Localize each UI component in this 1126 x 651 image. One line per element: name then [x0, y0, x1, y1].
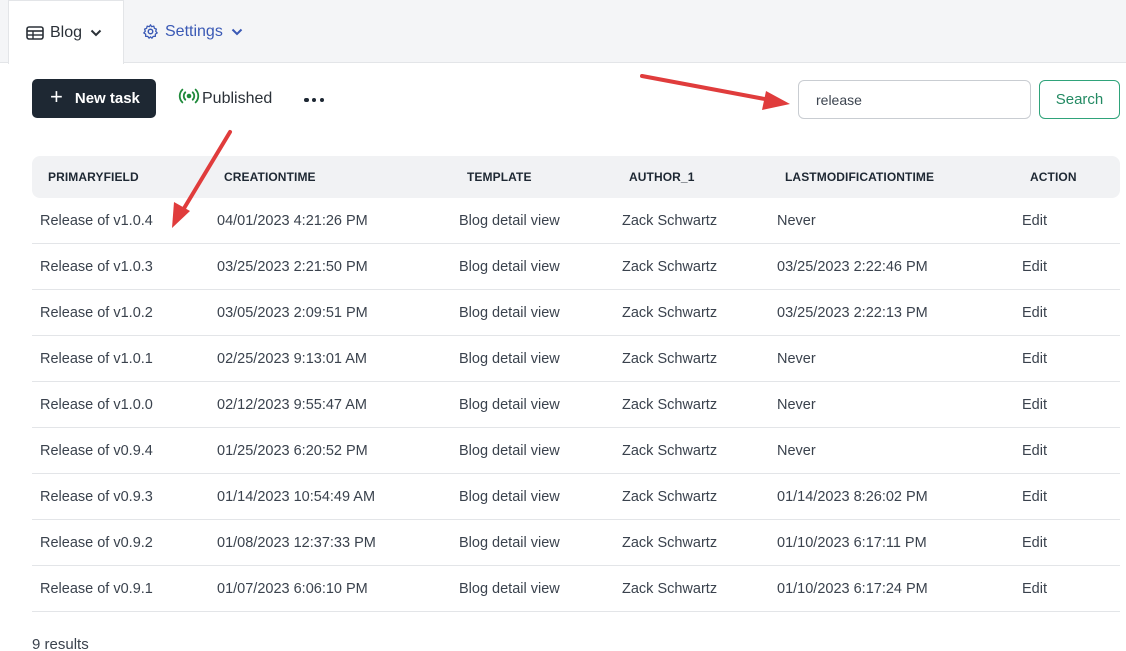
table-row[interactable]: Release of v0.9.3 01/14/2023 10:54:49 AM B…	[32, 474, 1120, 520]
column-header-creationtime[interactable]: CREATIONTIME	[224, 156, 316, 198]
cell-author: Zack Schwartz	[622, 259, 718, 275]
edit-link[interactable]: Edit	[1022, 566, 1047, 612]
tab-blog[interactable]: Blog	[8, 0, 124, 64]
search-input[interactable]	[798, 80, 1031, 119]
column-header-template[interactable]: TEMPLATE	[467, 156, 532, 198]
cell-primaryfield: Release of v0.9.4	[40, 443, 153, 459]
chevron-down-icon	[90, 29, 102, 37]
cell-creationtime: 03/05/2023 2:09:51 PM	[217, 305, 368, 321]
new-task-button[interactable]: + New task	[32, 79, 156, 118]
cell-lastmodificationtime: Never	[777, 397, 816, 413]
cell-primaryfield: Release of v1.0.1	[40, 351, 153, 367]
table-row[interactable]: Release of v1.0.3 03/25/2023 2:21:50 PM Bl…	[32, 244, 1120, 290]
table-row[interactable]: Release of v1.0.1 02/25/2023 9:13:01 AM Bl…	[32, 336, 1120, 382]
cell-primaryfield: Release of v0.9.3	[40, 489, 153, 505]
table-icon	[26, 25, 44, 40]
cell-template: Blog detail view	[459, 535, 560, 551]
cell-template: Blog detail view	[459, 259, 560, 275]
arrow-to-search-icon	[640, 74, 790, 110]
chevron-down-icon	[231, 28, 243, 36]
cell-author: Zack Schwartz	[622, 443, 718, 459]
cell-author: Zack Schwartz	[622, 397, 718, 413]
gear-icon	[142, 23, 159, 40]
cell-lastmodificationtime: Never	[777, 351, 816, 367]
column-header-lastmodificationtime[interactable]: LASTMODIFICATIONTIME	[785, 156, 934, 198]
cell-primaryfield: Release of v0.9.1	[40, 581, 153, 597]
edit-link[interactable]: Edit	[1022, 382, 1047, 428]
tab-blog-label: Blog	[50, 23, 83, 41]
table-row[interactable]: Release of v1.0.2 03/05/2023 2:09:51 PM Bl…	[32, 290, 1120, 336]
cell-template: Blog detail view	[459, 397, 560, 413]
column-header-action: ACTION	[1030, 170, 1077, 184]
cell-lastmodificationtime: 01/10/2023 6:17:24 PM	[777, 581, 928, 597]
more-options-icon[interactable]	[302, 90, 326, 110]
cell-template: Blog detail view	[459, 581, 560, 597]
cell-author: Zack Schwartz	[622, 213, 718, 229]
top-tab-bar: Blog Settings	[0, 0, 1126, 64]
cell-creationtime: 01/14/2023 10:54:49 AM	[217, 489, 376, 505]
table-row[interactable]: Release of v0.9.4 01/25/2023 6:20:52 PM Bl…	[32, 428, 1120, 474]
cell-template: Blog detail view	[459, 351, 560, 367]
search-button[interactable]: Search	[1039, 80, 1120, 119]
cell-template: Blog detail view	[459, 305, 560, 321]
table-row[interactable]: Release of v0.9.1 01/07/2023 6:06:10 PM Bl…	[32, 566, 1120, 612]
edit-link[interactable]: Edit	[1022, 336, 1047, 382]
cell-lastmodificationtime: 03/25/2023 2:22:13 PM	[777, 305, 928, 321]
cell-creationtime: 04/01/2023 4:21:26 PM	[217, 213, 368, 229]
plus-icon: +	[50, 84, 63, 109]
cell-lastmodificationtime: 01/14/2023 8:26:02 PM	[777, 489, 928, 505]
cell-creationtime: 02/25/2023 9:13:01 AM	[217, 351, 367, 367]
column-header-primaryfield[interactable]: PRIMARYFIELD	[48, 156, 139, 198]
cell-primaryfield: Release of v1.0.3	[40, 259, 153, 275]
table-body: Release of v1.0.4 04/01/2023 4:21:26 PM Bl…	[32, 198, 1120, 612]
cell-lastmodificationtime: 03/25/2023 2:22:46 PM	[777, 259, 928, 275]
cell-author: Zack Schwartz	[622, 305, 718, 321]
cell-template: Blog detail view	[459, 443, 560, 459]
cell-primaryfield: Release of v0.9.2	[40, 535, 153, 551]
cell-creationtime: 03/25/2023 2:21:50 PM	[217, 259, 368, 275]
published-button[interactable]: Published	[178, 88, 272, 109]
cell-template: Blog detail view	[459, 489, 560, 505]
cell-author: Zack Schwartz	[622, 351, 718, 367]
edit-link[interactable]: Edit	[1022, 520, 1047, 566]
cell-lastmodificationtime: Never	[777, 213, 816, 229]
edit-link[interactable]: Edit	[1022, 290, 1047, 336]
column-header-author[interactable]: AUTHOR_1	[629, 156, 694, 198]
cell-author: Zack Schwartz	[622, 489, 718, 505]
cell-lastmodificationtime: Never	[777, 443, 816, 459]
cell-primaryfield: Release of v1.0.4	[40, 213, 153, 229]
broadcast-icon	[178, 88, 202, 109]
results-count: 9 results	[32, 636, 89, 651]
cell-lastmodificationtime: 01/10/2023 6:17:11 PM	[777, 535, 927, 551]
results-table: PRIMARYFIELD CREATIONTIME TEMPLATE AUTHO…	[32, 156, 1120, 612]
edit-link[interactable]: Edit	[1022, 244, 1047, 290]
table-row[interactable]: Release of v1.0.4 04/01/2023 4:21:26 PM Bl…	[32, 198, 1120, 244]
table-row[interactable]: Release of v1.0.0 02/12/2023 9:55:47 AM Bl…	[32, 382, 1120, 428]
tab-settings-label: Settings	[165, 22, 223, 40]
cell-creationtime: 01/08/2023 12:37:33 PM	[217, 535, 376, 551]
edit-link[interactable]: Edit	[1022, 474, 1047, 520]
table-header: PRIMARYFIELD CREATIONTIME TEMPLATE AUTHO…	[32, 156, 1120, 198]
edit-link[interactable]: Edit	[1022, 428, 1047, 474]
cell-template: Blog detail view	[459, 213, 560, 229]
cell-author: Zack Schwartz	[622, 535, 718, 551]
table-row[interactable]: Release of v0.9.2 01/08/2023 12:37:33 PM B…	[32, 520, 1120, 566]
cell-creationtime: 01/07/2023 6:06:10 PM	[217, 581, 368, 597]
cell-primaryfield: Release of v1.0.0	[40, 397, 153, 413]
cell-author: Zack Schwartz	[622, 581, 718, 597]
edit-link[interactable]: Edit	[1022, 198, 1047, 244]
cell-creationtime: 01/25/2023 6:20:52 PM	[217, 443, 368, 459]
new-task-label: New task	[74, 90, 140, 107]
cell-primaryfield: Release of v1.0.2	[40, 305, 153, 321]
published-label: Published	[202, 89, 273, 107]
tab-settings[interactable]: Settings	[142, 0, 243, 63]
cell-creationtime: 02/12/2023 9:55:47 AM	[217, 397, 367, 413]
